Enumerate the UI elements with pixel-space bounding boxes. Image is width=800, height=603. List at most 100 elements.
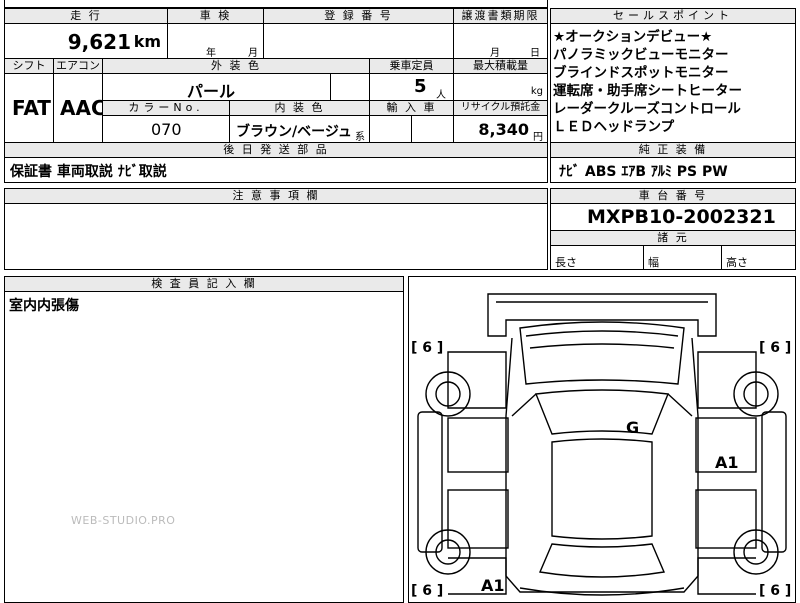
inspector-header: 検 査 員 記 入 欄 bbox=[4, 276, 404, 292]
chassis-cell: MXPB10-2002321 bbox=[550, 203, 796, 231]
transfer-cell: 月 日 bbox=[453, 23, 548, 59]
inspector-area: 室内内張傷 WEB-STUDIO.PRO bbox=[4, 291, 404, 603]
transfer-header: 譲渡書類期限 bbox=[453, 8, 548, 24]
color-no-header: カラーNo. bbox=[102, 100, 230, 116]
shaken-cell: 年 月 bbox=[167, 23, 264, 59]
damage-mark-rear-left: A1 bbox=[481, 576, 505, 595]
hood-inner2 bbox=[529, 343, 675, 349]
notes-header: 注 意 事 項 欄 bbox=[4, 188, 548, 204]
sill-right bbox=[761, 411, 787, 553]
dim-width-label: 幅 bbox=[648, 256, 659, 269]
front-bumper-outline bbox=[487, 293, 717, 337]
genuine-equipment-header: 純 正 装 備 bbox=[550, 142, 796, 158]
body-left bbox=[505, 337, 699, 593]
a-pillar-left bbox=[511, 393, 537, 417]
sales-point-item: ★オークションデビュー★ bbox=[553, 29, 713, 45]
transfer-month: 月 bbox=[490, 48, 500, 59]
color-no-cell: 070 bbox=[102, 115, 230, 143]
shaken-year: 年 bbox=[206, 48, 216, 59]
chassis-header: 車 台 番 号 bbox=[550, 188, 796, 204]
capacity-value: 5 bbox=[414, 76, 427, 97]
recycle-unit: 円 bbox=[533, 132, 543, 143]
a-pillar-right bbox=[667, 393, 693, 417]
shift-cell: FAT bbox=[4, 73, 54, 143]
int-color-header: 内 装 色 bbox=[229, 100, 370, 116]
ext-color-cell: パール bbox=[102, 73, 331, 101]
top-cutoff-strip bbox=[4, 0, 548, 8]
tire-mark-rear-left: [ 6 ] bbox=[411, 583, 444, 599]
capacity-header: 乗車定員 bbox=[369, 58, 454, 74]
int-color-suffix: 系 bbox=[355, 132, 365, 143]
shaken-month: 月 bbox=[248, 48, 258, 59]
ac-value: AAC bbox=[60, 96, 103, 120]
sales-point-item: ブラインドスポットモニター bbox=[553, 65, 729, 81]
dim-length-label: 長さ bbox=[555, 256, 577, 269]
mileage-cell: 9,621 km bbox=[4, 23, 168, 59]
int-color-value: ブラウン/ベージュ bbox=[236, 124, 352, 140]
tire-mark-front-right: [ 6 ] bbox=[759, 340, 792, 356]
car-diagram bbox=[417, 293, 787, 596]
color-no-value: 070 bbox=[151, 120, 182, 139]
ext-color-header: 外 装 色 bbox=[102, 58, 370, 74]
recycle-value: 8,340 bbox=[478, 120, 529, 139]
shaken-header: 車 検 bbox=[167, 8, 264, 24]
rear-door-right bbox=[695, 489, 757, 549]
registration-cell bbox=[263, 23, 454, 59]
sales-point-item: ＬＥＤヘッドランプ bbox=[553, 119, 675, 135]
later-parts-cell: 保証書 車両取説 ﾅﾋﾞ取説 bbox=[4, 157, 548, 183]
front-fender-right bbox=[697, 351, 757, 409]
damage-mark-roof: G bbox=[626, 418, 640, 437]
import-cell-a bbox=[369, 115, 412, 143]
int-color-cell: ブラウン/ベージュ 系 bbox=[229, 115, 370, 143]
dim-height-cell: 高さ bbox=[721, 245, 796, 270]
registration-header: 登 録 番 号 bbox=[263, 8, 454, 24]
sill-left bbox=[417, 411, 443, 553]
sales-point-item: 運転席・助手席シートヒーター bbox=[553, 83, 742, 99]
tire-mark-front-left: [ 6 ] bbox=[411, 340, 444, 356]
rear-fender-right bbox=[697, 557, 756, 595]
sales-point-item: パノラミックビューモニター bbox=[553, 47, 729, 63]
ac-header: エアコン bbox=[53, 58, 103, 74]
ac-cell: AAC bbox=[53, 73, 103, 143]
dim-length-cell: 長さ bbox=[550, 245, 644, 270]
car-diagram-frame: [ 6 ] [ 6 ] [ 6 ] [ 6 ] G A1 A1 bbox=[408, 276, 796, 603]
hood-inner bbox=[525, 330, 679, 337]
mileage-header: 走 行 bbox=[4, 8, 168, 24]
later-parts-header: 後 日 発 送 部 品 bbox=[4, 142, 548, 158]
front-door-left bbox=[447, 417, 509, 473]
max-load-cell: kg bbox=[453, 73, 548, 101]
genuine-equipment-cell: ﾅﾋﾞ ABS ｴｱB ｱﾙﾐ PS PW bbox=[550, 157, 796, 183]
recycle-header: リサイクル預託金 bbox=[453, 100, 548, 116]
import-cell-b bbox=[411, 115, 454, 143]
notes-area bbox=[4, 203, 548, 270]
chassis-number: MXPB10-2002321 bbox=[587, 206, 776, 228]
ext-color-value: パール bbox=[187, 82, 236, 101]
watermark: WEB-STUDIO.PRO bbox=[71, 514, 176, 527]
dim-width-cell: 幅 bbox=[643, 245, 722, 270]
dimensions-header: 諸 元 bbox=[550, 230, 796, 246]
mileage-unit: km bbox=[133, 32, 161, 51]
import-header: 輸 入 車 bbox=[369, 100, 454, 116]
windshield bbox=[535, 389, 669, 435]
sales-points-list: ★オークションデビュー★ パノラミックビューモニター ブラインドスポットモニター… bbox=[553, 28, 742, 136]
sales-point-item: レーダークルーズコントロール bbox=[553, 101, 741, 117]
sales-points-panel: ★オークションデビュー★ パノラミックビューモニター ブラインドスポットモニター… bbox=[550, 23, 796, 143]
recycle-cell: 8,340 円 bbox=[453, 115, 548, 143]
transfer-day: 日 bbox=[530, 48, 540, 59]
genuine-equipment-value: ﾅﾋﾞ ABS ｴｱB ｱﾙﾐ PS PW bbox=[559, 164, 728, 180]
front-fender-left bbox=[447, 351, 507, 409]
rear-door-left bbox=[447, 489, 509, 549]
max-load-header: 最大積載量 bbox=[453, 58, 548, 74]
dim-height-label: 高さ bbox=[726, 256, 748, 269]
later-parts-value: 保証書 車両取説 ﾅﾋﾞ取説 bbox=[10, 164, 167, 180]
tire-mark-rear-right: [ 6 ] bbox=[759, 583, 792, 599]
capacity-cell: 5 人 bbox=[369, 73, 454, 101]
shift-header: シフト bbox=[4, 58, 54, 74]
damage-mark-right-door: A1 bbox=[715, 453, 739, 472]
ext-color-extra-cell bbox=[330, 73, 370, 101]
rear-window bbox=[539, 543, 665, 578]
inspector-note: 室内内張傷 bbox=[9, 298, 79, 314]
roof bbox=[551, 438, 653, 540]
capacity-unit: 人 bbox=[436, 90, 446, 101]
max-load-unit: kg bbox=[530, 86, 543, 97]
